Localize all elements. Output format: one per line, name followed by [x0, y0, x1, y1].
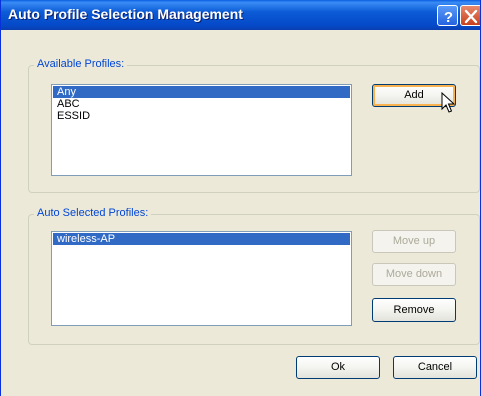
- close-button[interactable]: [460, 5, 480, 26]
- mouse-pointer-icon: [441, 91, 456, 119]
- auto-selected-profiles-label: Auto Selected Profiles:: [34, 207, 152, 219]
- dialog-window: Auto Profile Selection Management ? Avai…: [0, 0, 481, 396]
- available-profiles-label: Available Profiles:: [34, 58, 128, 70]
- remove-button-label: Remove: [393, 304, 435, 316]
- list-item[interactable]: ESSID: [53, 110, 350, 122]
- svg-text:?: ?: [444, 9, 453, 26]
- remove-button[interactable]: Remove: [372, 298, 456, 322]
- ok-button[interactable]: Ok: [296, 356, 380, 379]
- help-button[interactable]: ?: [437, 5, 458, 26]
- move-up-button[interactable]: Move up: [372, 230, 456, 253]
- move-up-button-label: Move up: [392, 235, 436, 247]
- window-title: Auto Profile Selection Management: [8, 6, 243, 22]
- list-item[interactable]: wireless-AP: [53, 233, 350, 245]
- move-down-button[interactable]: Move down: [372, 263, 456, 286]
- cancel-button-label: Cancel: [417, 361, 453, 373]
- ok-button-label: Ok: [330, 361, 346, 373]
- auto-selected-profiles-list[interactable]: wireless-AP: [51, 231, 352, 326]
- cancel-button[interactable]: Cancel: [393, 356, 477, 379]
- move-down-button-label: Move down: [385, 268, 443, 280]
- available-profiles-list[interactable]: Any ABC ESSID: [51, 84, 352, 176]
- title-bar[interactable]: Auto Profile Selection Management ?: [1, 0, 480, 30]
- list-item[interactable]: Any: [53, 86, 350, 98]
- list-item[interactable]: ABC: [53, 98, 350, 110]
